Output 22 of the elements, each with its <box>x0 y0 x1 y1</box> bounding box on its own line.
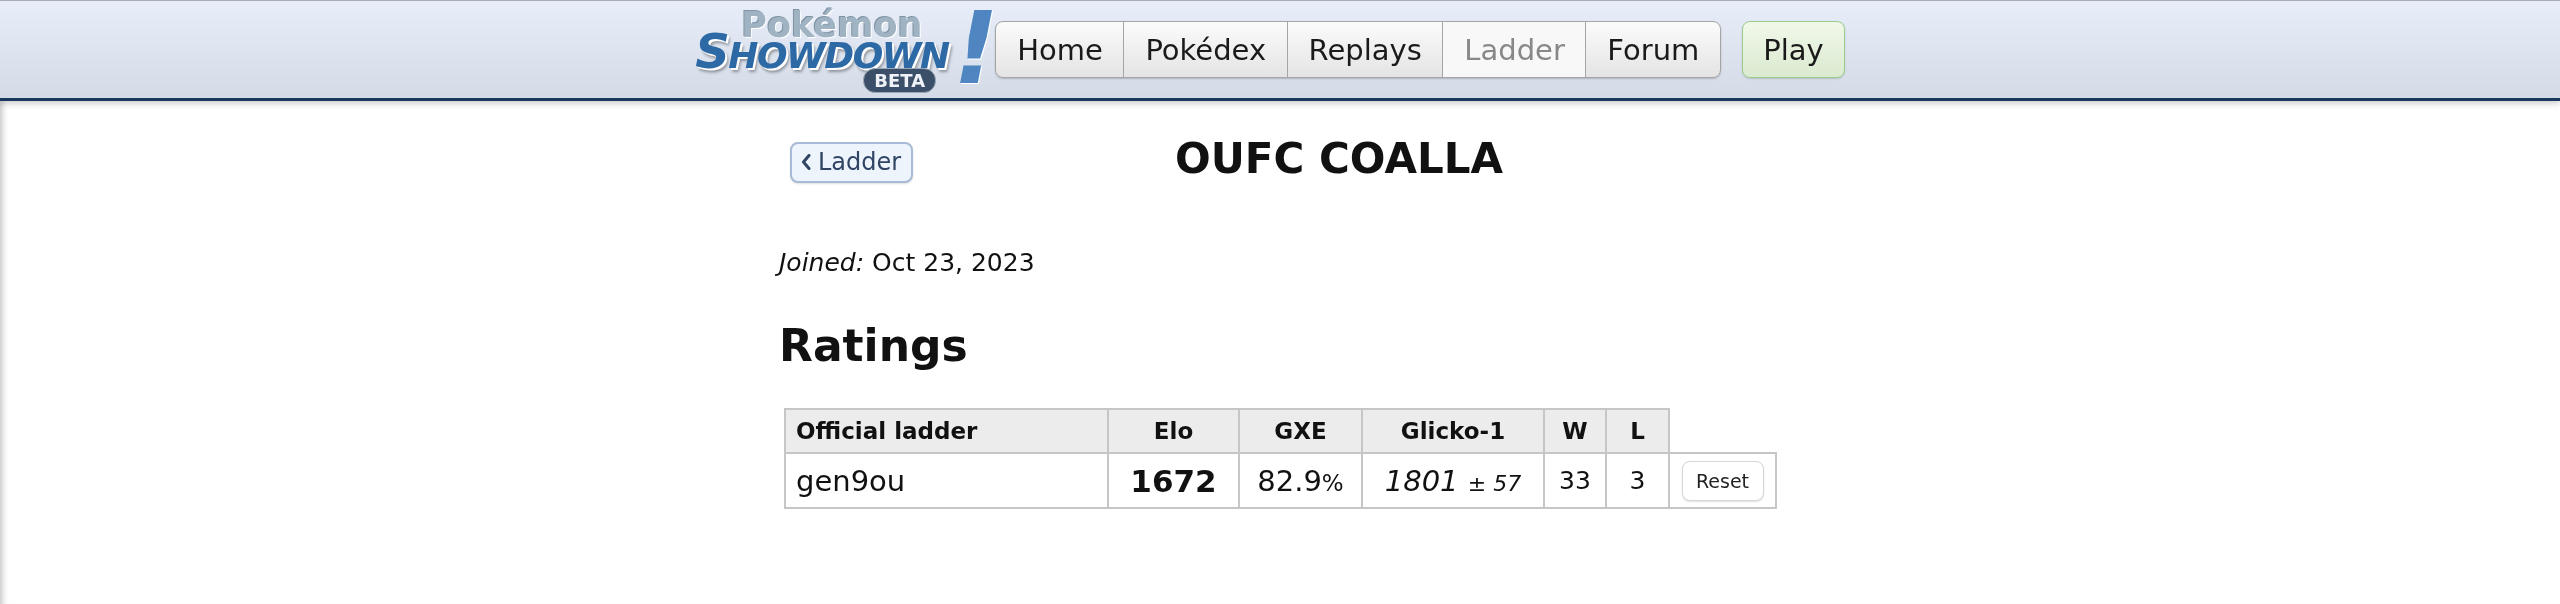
elo-cell: 1672 <box>1108 453 1239 508</box>
column-header: GXE <box>1239 409 1362 453</box>
nav-tab[interactable]: Home <box>995 21 1125 78</box>
column-header: W <box>1544 409 1606 453</box>
nav-tab[interactable]: Replays <box>1286 21 1444 78</box>
format-cell: gen9ou <box>785 453 1108 508</box>
reset-button[interactable]: Reset <box>1681 460 1764 501</box>
column-header: L <box>1606 409 1669 453</box>
chevron-left-icon <box>801 154 811 170</box>
column-header: Official ladder <box>785 409 1108 453</box>
player-name: OUFC COALLA <box>1175 134 1503 184</box>
gxe-cell: 82.9% <box>1239 453 1362 508</box>
nav-tab[interactable]: Forum <box>1585 21 1722 78</box>
column-header: Elo <box>1108 409 1239 453</box>
wins-cell: 33 <box>1544 453 1606 508</box>
play-button[interactable]: Play <box>1742 21 1845 78</box>
losses-cell: 3 <box>1606 453 1669 508</box>
nav-tab[interactable]: Pokédex <box>1123 21 1289 78</box>
column-header: Glicko-1 <box>1362 409 1544 453</box>
glicko-cell: 1801 ± 57 <box>1362 453 1544 508</box>
ratings-heading: Ratings <box>779 319 968 372</box>
back-button[interactable]: Ladder <box>790 141 914 183</box>
